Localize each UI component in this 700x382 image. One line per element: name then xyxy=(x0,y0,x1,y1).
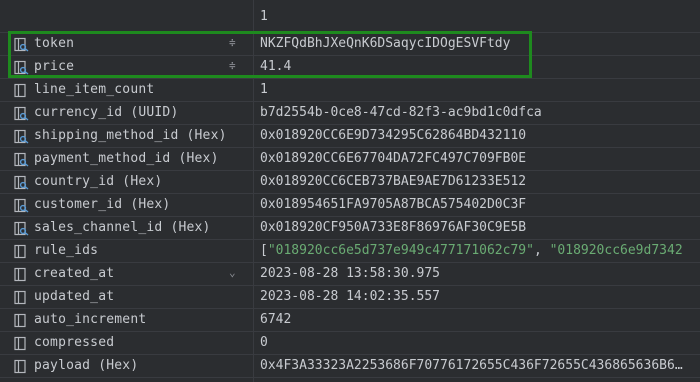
field-name: currency_id (UUID) xyxy=(34,105,179,120)
field-row[interactable]: updated_at 2023-08-28 14:02:35.557 xyxy=(0,286,700,309)
sort-icon[interactable]: ≑ xyxy=(229,36,236,49)
field-value[interactable]: NKZFQdBhJXeQnK6DSaqycIDOgESVFtdy xyxy=(260,36,510,51)
field-value[interactable]: 0x018954651FA9705A87BCA575402D0C3F xyxy=(260,197,526,212)
column-icon xyxy=(14,290,26,305)
field-value[interactable]: 0x4F3A33323A2253686F70776172655C436F7265… xyxy=(260,358,683,373)
column-icon xyxy=(14,267,26,282)
field-name: token xyxy=(34,36,75,51)
field-row[interactable]: price ≑ 41.4 xyxy=(0,56,700,79)
field-name: created_at xyxy=(34,266,115,281)
key-column-icon xyxy=(14,37,29,52)
value-part: , xyxy=(533,243,550,258)
key-column-icon xyxy=(14,175,29,190)
field-name: customer_id (Hex) xyxy=(34,197,171,212)
field-name: updated_at xyxy=(34,289,115,304)
key-column-icon xyxy=(14,106,29,121)
value-part: "018920cc6e5d737e949c477171062c79" xyxy=(267,243,534,258)
field-value[interactable]: 1 xyxy=(260,82,268,97)
key-column-icon xyxy=(14,152,29,167)
field-value[interactable]: 0x018920CC6E9D734295C62864BD432110 xyxy=(260,128,526,143)
column-header-1[interactable]: 1 xyxy=(260,9,268,24)
field-value[interactable]: 41.4 xyxy=(260,59,291,74)
column-icon xyxy=(14,83,26,98)
field-row[interactable]: token ≑ NKZFQdBhJXeQnK6DSaqycIDOgESVFtdy xyxy=(0,33,700,56)
field-value[interactable]: ["018920cc6e5d737e949c477171062c79", "01… xyxy=(260,243,683,258)
field-name: shipping_method_id (Hex) xyxy=(34,128,227,143)
field-row[interactable]: payment_method_id (Hex) 0x018920CC6E67704… xyxy=(0,148,700,171)
field-name: sales_channel_id (Hex) xyxy=(34,220,211,235)
field-name: compressed xyxy=(34,335,115,350)
field-value[interactable]: b7d2554b-0ce8-47cd-82f3-ac9bd1c0dfca xyxy=(260,105,542,120)
field-row[interactable]: shipping_method_id (Hex) 0x018920CC6E9D73… xyxy=(0,125,700,148)
key-column-icon xyxy=(14,60,29,75)
key-column-icon xyxy=(14,198,29,213)
field-row[interactable]: rule_ids ["018920cc6e5d737e949c477171062c… xyxy=(0,240,700,263)
field-name: rule_ids xyxy=(34,243,99,258)
value-part: "018920cc6e9d7342 xyxy=(549,243,683,258)
field-value[interactable]: 0 xyxy=(260,335,268,350)
field-value[interactable]: 0x018920CF950A733E8F86976AF30C9E5B xyxy=(260,220,526,235)
field-value[interactable]: 2023-08-28 13:58:30.975 xyxy=(260,266,440,281)
record-detail-grid: 1 token ≑ NKZFQdBhJXeQnK6DSaqycIDOgESVFtdy… xyxy=(0,0,700,382)
column-icon xyxy=(14,336,26,351)
grid-header: 1 xyxy=(0,0,700,33)
field-name: auto_increment xyxy=(34,312,147,327)
field-value[interactable]: 2023-08-28 14:02:35.557 xyxy=(260,289,440,304)
field-name: price xyxy=(34,59,75,74)
field-row[interactable]: country_id (Hex) 0x018920CC6CEB737BAE9AE7… xyxy=(0,171,700,194)
field-row[interactable]: sales_channel_id (Hex) 0x018920CF950A733E… xyxy=(0,217,700,240)
field-value[interactable]: 0x018920CC6E67704DA72FC497C709FB0E xyxy=(260,151,526,166)
field-row[interactable]: customer_id (Hex) 0x018954651FA9705A87BCA… xyxy=(0,194,700,217)
column-icon xyxy=(14,313,26,328)
field-value[interactable]: 0x018920CC6CEB737BAE9AE7D61233E512 xyxy=(260,174,526,189)
key-column-icon xyxy=(14,129,29,144)
field-row[interactable]: currency_id (UUID) b7d2554b-0ce8-47cd-82f… xyxy=(0,102,700,125)
field-row[interactable]: created_at ⌄ 2023-08-28 13:58:30.975 xyxy=(0,263,700,286)
field-name: country_id (Hex) xyxy=(34,174,163,189)
field-row[interactable]: payload (Hex) 0x4F3A33323A2253686F7077617… xyxy=(0,355,700,378)
value-part: [ xyxy=(260,243,268,258)
field-row[interactable]: compressed 0 xyxy=(0,332,700,355)
sort-icon[interactable]: ⌄ xyxy=(229,266,236,279)
field-name: line_item_count xyxy=(34,82,155,97)
field-row[interactable]: auto_increment 6742 xyxy=(0,309,700,332)
sort-icon[interactable]: ≑ xyxy=(229,59,236,72)
column-icon xyxy=(14,359,26,374)
field-row[interactable]: line_item_count 1 xyxy=(0,79,700,102)
field-name: payload (Hex) xyxy=(34,358,139,373)
key-column-icon xyxy=(14,221,29,236)
field-name: payment_method_id (Hex) xyxy=(34,151,219,166)
field-value[interactable]: 6742 xyxy=(260,312,291,327)
column-icon xyxy=(14,244,26,259)
